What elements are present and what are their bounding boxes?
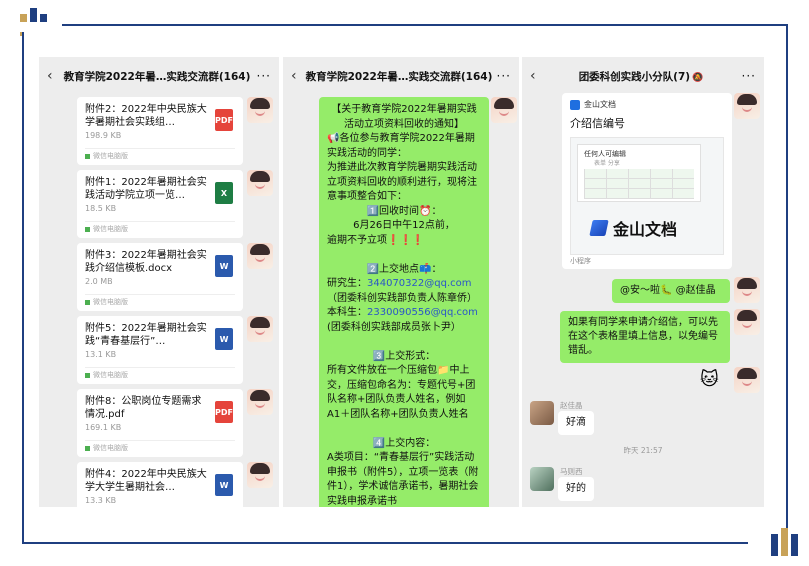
avatar[interactable] (247, 389, 273, 415)
file-size: 198.9 KB (85, 131, 122, 140)
chat-screen-team: ‹ 团委科创实践小分队(7) 🔕 ··· 金山文档 介绍信编号 任何人可编辑 表单… (522, 57, 764, 507)
grad-email-link[interactable]: 344070322@qq.com (367, 278, 472, 289)
pdf-file-icon: PDF (215, 109, 233, 131)
section-content-heading: 4️⃣上交内容： (372, 437, 436, 449)
exclamation-icon: ❗❗❗ (387, 234, 425, 246)
notice-greeting: 📢各位参与教育学院2022年暑期实践活动的同学： (327, 133, 475, 159)
file-size: 18.5 KB (85, 204, 117, 213)
file-source: 微信电脑版 (85, 370, 128, 380)
file-name: 附件5：2022年暑期社会实践“青春基层行”… (85, 323, 207, 347)
spreadsheet-thumbnail: 任何人可编辑 表单 分享 (577, 144, 701, 202)
chevron-left-icon[interactable]: ‹ (47, 68, 61, 84)
avatar[interactable] (247, 97, 273, 123)
avatar[interactable] (247, 170, 273, 196)
avatar[interactable] (247, 316, 273, 342)
chat-header: ‹ 团委科创实践小分队(7) 🔕 ··· (522, 57, 764, 95)
more-dots-icon[interactable]: ··· (493, 69, 511, 83)
sender-name: 马则西 (560, 467, 583, 476)
file-size: 2.0 MB (85, 277, 113, 286)
grad-label: 研究生： (327, 278, 367, 289)
avatar[interactable] (491, 97, 517, 123)
word-file-icon: W (215, 255, 233, 277)
file-size: 13.3 KB (85, 496, 117, 505)
file-source: 微信电脑版 (85, 151, 128, 161)
chat-title: 教育学院2022年暑…实践交流群(164) (63, 70, 251, 83)
file-card[interactable]: 附件2：2022年中央民族大学暑期社会实践组… 198.9 KB PDF 微信电… (77, 97, 243, 165)
format-text: 所有文件放在一个压缩包📁中上交，压缩包命名为：专题代号+团队名称+团队负责人姓名… (327, 365, 476, 420)
file-card[interactable]: 附件4：2022年中央民族大学大学生暑期社会… 13.3 KB W (77, 462, 243, 507)
late-warning: 逾期不予立项 (327, 234, 387, 246)
avatar[interactable] (530, 467, 554, 491)
corner-decoration-bottom-right (738, 528, 798, 556)
excel-file-icon: X (215, 182, 233, 204)
mute-bell-icon: 🔕 (692, 72, 704, 83)
word-file-icon: W (215, 474, 233, 496)
file-source: 微信电脑版 (85, 443, 128, 453)
chat-screen-files: ‹ 教育学院2022年暑…实践交流群(164) ··· 附件2：2022年中央民… (39, 57, 279, 507)
avatar[interactable] (734, 277, 760, 303)
chat-title: 教育学院2022年暑…实践交流群(164) (305, 70, 493, 83)
cat-sticker-icon[interactable]: 🐱 (700, 369, 719, 390)
card-title: 介绍信编号 (570, 117, 625, 130)
card-preview: 任何人可编辑 表单 分享 金山文档 (570, 137, 724, 255)
avatar[interactable] (530, 401, 554, 425)
file-source: 微信电脑版 (85, 297, 128, 307)
chat-title: 团委科创实践小分队(7) 🔕 (578, 70, 704, 83)
chevron-left-icon[interactable]: ‹ (530, 68, 544, 84)
undergrad-email-link[interactable]: 2330090556@qq.com (367, 307, 478, 318)
instruction-message[interactable]: 如果有同学来申请介绍信，可以先在这个表格里填上信息，以免编号错乱。 (560, 311, 730, 363)
undergrad-contact-note: (团委科创实践部成员张卜尹） (327, 321, 461, 333)
word-file-icon: W (215, 328, 233, 350)
file-card[interactable]: 附件1：2022年暑期社会实践活动学院立项一览… 18.5 KB X 微信电脑版 (77, 170, 243, 238)
file-size: 169.1 KB (85, 423, 122, 432)
pdf-file-icon: PDF (215, 401, 233, 423)
deadline-text: 6月26日中午12点前， (353, 220, 455, 231)
more-dots-icon[interactable]: ··· (738, 69, 756, 83)
more-dots-icon[interactable]: ··· (253, 69, 271, 83)
message-timestamp: 昨天 21:57 (623, 446, 663, 455)
sheet-sub: 表单 分享 (594, 160, 620, 167)
file-name: 附件1：2022年暑期社会实践活动学院立项一览… (85, 177, 207, 201)
file-size: 13.1 KB (85, 350, 117, 359)
sender-name: 赵佳晶 (560, 401, 583, 410)
kdocs-logo-icon (589, 220, 609, 236)
file-name: 附件2：2022年中央民族大学暑期社会实践组… (85, 104, 207, 128)
notice-heading: 【关于教育学院2022年暑期实践活动立项资料回收的通知】 (331, 104, 477, 130)
reply-message[interactable]: 好滴 (558, 411, 594, 435)
file-name: 附件3：2022年暑期社会实践介绍信模板.docx (85, 250, 207, 274)
file-source: 微信电脑版 (85, 224, 128, 234)
section-format-heading: 3️⃣上交形式： (372, 350, 436, 362)
file-name: 附件8：公职岗位专题需求情况.pdf (85, 396, 202, 420)
chevron-left-icon[interactable]: ‹ (291, 68, 305, 84)
chat-header: ‹ 教育学院2022年暑…实践交流群(164) ··· (39, 57, 279, 95)
avatar[interactable] (247, 243, 273, 269)
notice-message-bubble[interactable]: 【关于教育学院2022年暑期实践活动立项资料回收的通知】 📢各位参与教育学院20… (319, 97, 489, 507)
avatar[interactable] (734, 367, 760, 393)
kdocs-logo-icon (570, 99, 580, 110)
avatar[interactable] (247, 462, 273, 488)
chat-screen-notice: ‹ 教育学院2022年暑…实践交流群(164) ··· 【关于教育学院2022年… (283, 57, 519, 507)
avatar[interactable] (734, 93, 760, 119)
card-brand: 金山文档 (570, 99, 724, 110)
file-card[interactable]: 附件8：公职岗位专题需求情况.pdf 169.1 KB PDF 微信电脑版 (77, 389, 243, 457)
section-location-heading: 2️⃣上交地点📫： (366, 263, 442, 275)
chat-header: ‹ 教育学院2022年暑…实践交流群(164) ··· (283, 57, 519, 95)
file-card[interactable]: 附件3：2022年暑期社会实践介绍信模板.docx 2.0 MB W 微信电脑版 (77, 243, 243, 311)
kdocs-wordmark: 金山文档 (589, 216, 677, 240)
mini-program-label: 小程序 (570, 257, 591, 265)
kdocs-share-card[interactable]: 金山文档 介绍信编号 任何人可编辑 表单 分享 金山文档 小程序 (562, 93, 732, 269)
content-text: A类项目：“青春基层行”实践活动申报书（附件5），立项一览表（附件1），学术诚信… (327, 452, 479, 507)
avatar[interactable] (734, 309, 760, 335)
file-name: 附件4：2022年中央民族大学大学生暑期社会… (85, 469, 207, 493)
undergrad-label: 本科生： (327, 307, 367, 318)
notice-intro: 为推进此次教育学院暑期实践活动立项资料回收的顺利进行，现将注意事项整合如下： (327, 162, 477, 202)
mention-message[interactable]: @安～啦🐛 @赵佳晶 (612, 279, 730, 303)
grad-contact-note: （团委科创实践部负责人陈章侨） (327, 292, 477, 304)
reply-message[interactable]: 好的 (558, 477, 594, 501)
file-card[interactable]: 附件5：2022年暑期社会实践“青春基层行”… 13.1 KB W 微信电脑版 (77, 316, 243, 384)
section-time-heading: 1️⃣回收时间⏰： (366, 205, 442, 217)
